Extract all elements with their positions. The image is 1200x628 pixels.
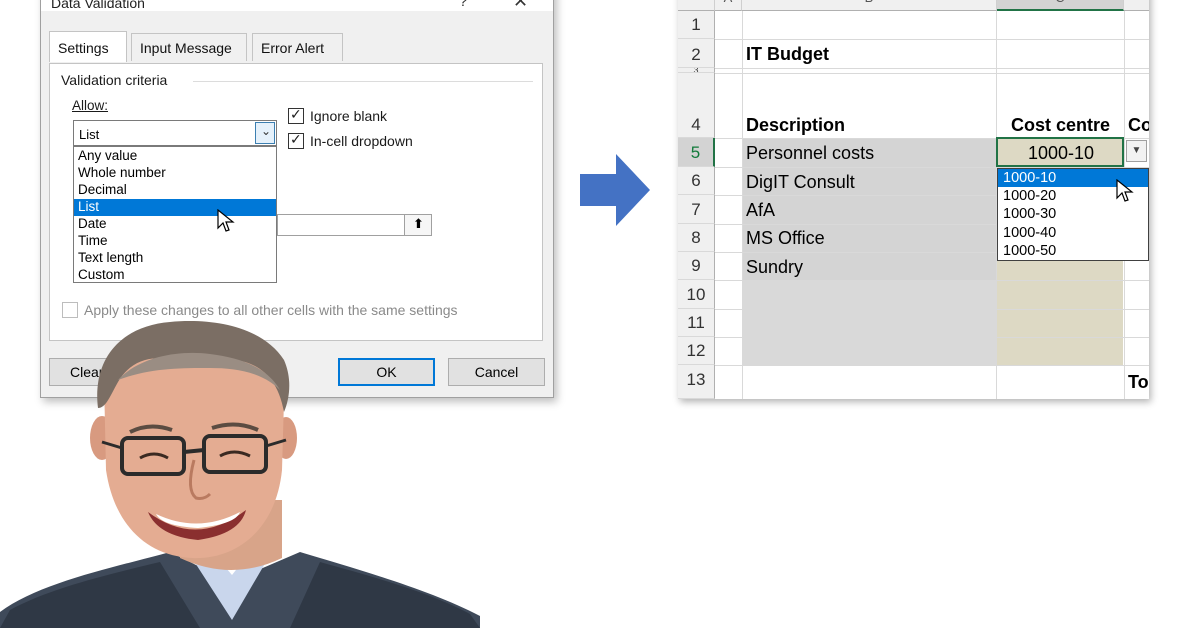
active-cell-c5[interactable]: 1000-10 xyxy=(996,137,1124,167)
cost-centre-header-cell[interactable]: Cost centre xyxy=(1011,115,1110,136)
help-button[interactable]: ? xyxy=(459,0,467,10)
ignore-blank-checkbox[interactable]: ✓ Ignore blank xyxy=(288,106,438,126)
in-cell-dropdown-checkbox[interactable]: ✓ In-cell dropdown xyxy=(288,131,458,151)
grid-line xyxy=(715,337,1149,338)
item-cell-afa[interactable]: AfA xyxy=(746,200,775,221)
allow-select-value: List xyxy=(79,127,100,142)
mouse-cursor-icon xyxy=(217,209,235,232)
select-all-corner[interactable] xyxy=(678,0,715,11)
in-cell-dropdown-box[interactable]: ✓ xyxy=(288,131,304,149)
item-cell-ms-office[interactable]: MS Office xyxy=(746,228,825,249)
settings-panel: Validation criteria Allow: List ⌄ Any va… xyxy=(49,63,543,341)
column-header-d[interactable] xyxy=(1124,0,1149,11)
row-header-4[interactable]: 4 xyxy=(678,73,715,138)
range-select-button[interactable]: ⬆ xyxy=(404,214,432,236)
grid-line xyxy=(715,365,1149,366)
tab-error-alert[interactable]: Error Alert xyxy=(252,33,343,61)
row-header-2[interactable]: 2 xyxy=(678,39,715,68)
active-cell-value: 1000-10 xyxy=(1028,143,1095,163)
apply-all-checkbox[interactable]: Apply these changes to all other cells w… xyxy=(62,302,532,320)
column-header-b[interactable]: B xyxy=(742,0,997,11)
validation-criteria-label: Validation criteria xyxy=(61,72,168,88)
row-header-12[interactable]: 12 xyxy=(678,337,715,365)
grid-line xyxy=(715,68,1149,69)
grid-line xyxy=(742,11,743,399)
right-arrow-icon xyxy=(580,154,650,226)
presenter-portrait xyxy=(0,321,480,628)
column-header-a[interactable]: A xyxy=(715,0,742,11)
allow-option-text-length[interactable]: Text length xyxy=(74,250,276,267)
dialog-title: Data Validation xyxy=(51,0,145,11)
upload-arrow-icon: ⬆ xyxy=(413,216,424,231)
allow-option-whole-number[interactable]: Whole number xyxy=(74,165,276,182)
row-header-8[interactable]: 8 xyxy=(678,224,715,252)
grid-line xyxy=(715,309,1149,310)
allow-option-custom[interactable]: Custom xyxy=(74,267,276,284)
row-header-13[interactable]: 13 xyxy=(678,365,715,399)
sheet-title-cell[interactable]: IT Budget xyxy=(746,44,829,65)
tab-input-message[interactable]: Input Message xyxy=(131,33,247,61)
dropdown-option-1000-50[interactable]: 1000-50 xyxy=(998,242,1148,260)
row-header-9[interactable]: 9 xyxy=(678,252,715,280)
row-header-1[interactable]: 1 xyxy=(678,11,715,39)
row-header-11[interactable]: 11 xyxy=(678,309,715,337)
row-header-5[interactable]: 5 xyxy=(678,138,715,167)
row-header-6[interactable]: 6 xyxy=(678,167,715,195)
next-header-cell[interactable]: Co xyxy=(1128,115,1149,136)
description-fill-empty xyxy=(742,280,996,365)
grid-line xyxy=(715,73,1149,74)
dropdown-option-1000-40[interactable]: 1000-40 xyxy=(998,224,1148,242)
allow-option-any-value[interactable]: Any value xyxy=(74,148,276,165)
allow-options-list: Any value Whole number Decimal List Date… xyxy=(73,146,277,283)
item-cell-sundry[interactable]: Sundry xyxy=(746,257,803,278)
allow-dropdown-button[interactable]: ⌄ xyxy=(255,122,275,144)
mouse-cursor-icon xyxy=(1116,179,1134,202)
total-label-cell[interactable]: To xyxy=(1128,372,1149,393)
ignore-blank-label: Ignore blank xyxy=(310,108,388,124)
description-header-cell[interactable]: Description xyxy=(746,115,845,136)
in-cell-dropdown-label: In-cell dropdown xyxy=(310,133,413,149)
allow-label: Allow: xyxy=(72,98,109,113)
cell-dropdown-button[interactable]: ▼ xyxy=(1126,140,1147,162)
allow-option-date[interactable]: Date xyxy=(74,216,276,233)
ignore-blank-box[interactable]: ✓ xyxy=(288,106,304,124)
apply-all-box[interactable] xyxy=(62,302,78,318)
group-divider xyxy=(193,81,533,82)
row-header-7[interactable]: 7 xyxy=(678,195,715,224)
checkmark-icon: ✓ xyxy=(290,106,302,122)
checkmark-icon: ✓ xyxy=(290,131,302,147)
allow-option-decimal[interactable]: Decimal xyxy=(74,182,276,199)
dropdown-option-1000-30[interactable]: 1000-30 xyxy=(998,205,1148,223)
tab-settings[interactable]: Settings xyxy=(49,31,127,62)
grid-line xyxy=(715,280,1149,281)
dialog-titlebar: Data Validation ? ✕ xyxy=(41,0,553,11)
spreadsheet: A B C 1 2 3 4 5 6 7 8 9 10 11 12 13 IT B… xyxy=(678,0,1149,399)
row-header-10[interactable]: 10 xyxy=(678,280,715,309)
chevron-down-icon: ⌄ xyxy=(261,124,272,138)
allow-option-time[interactable]: Time xyxy=(74,233,276,250)
item-cell-digit-consult[interactable]: DigIT Consult xyxy=(746,172,855,193)
column-header-c[interactable]: C xyxy=(997,0,1124,11)
close-icon[interactable]: ✕ xyxy=(513,0,528,12)
grid-line xyxy=(715,39,1149,40)
allow-option-list[interactable]: List xyxy=(74,199,276,216)
allow-select[interactable]: List ⌄ xyxy=(73,120,277,146)
apply-all-label: Apply these changes to all other cells w… xyxy=(84,302,458,318)
item-cell-personnel-costs[interactable]: Personnel costs xyxy=(746,143,874,164)
